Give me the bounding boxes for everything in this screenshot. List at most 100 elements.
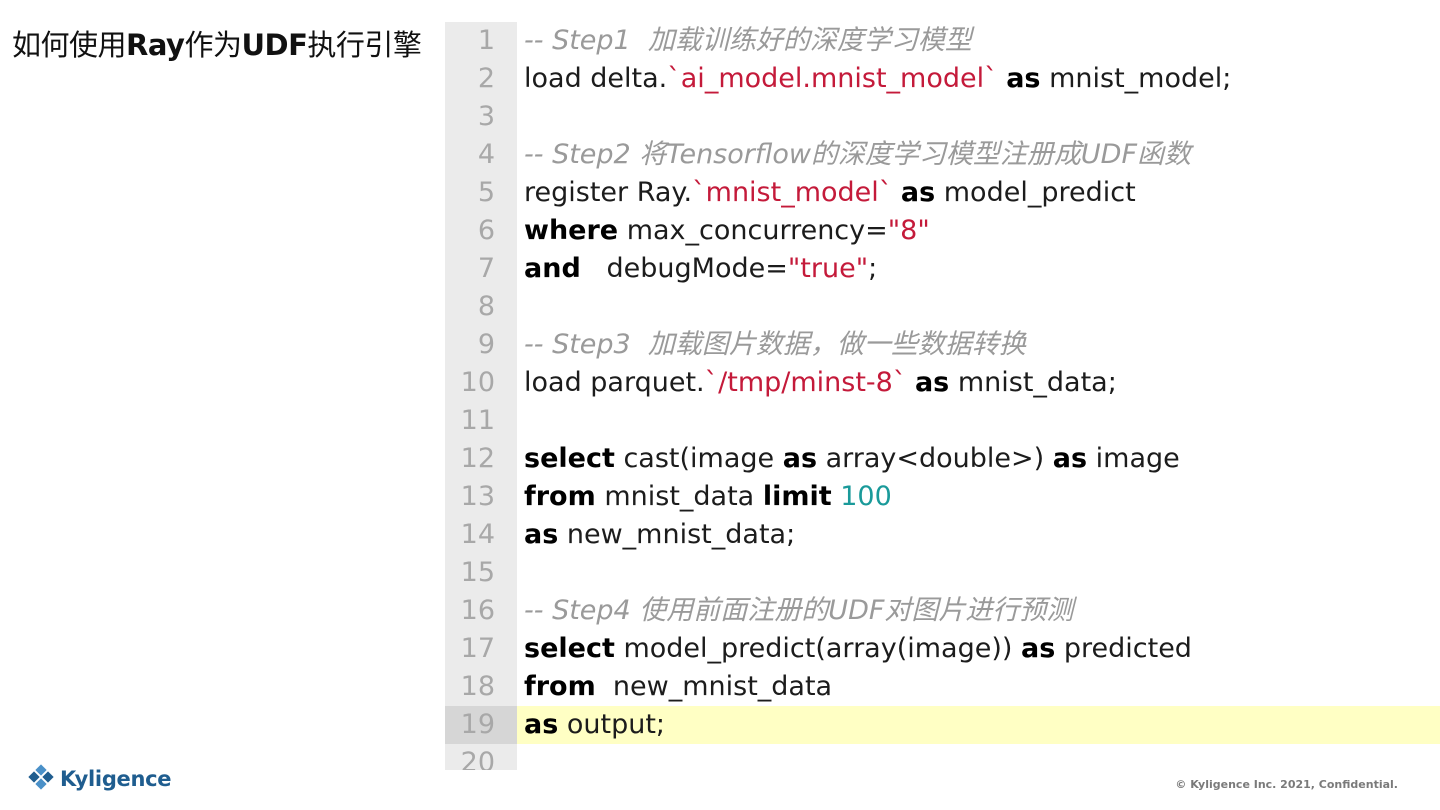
code-line[interactable]: 17 select model_predict(array(image)) as … (445, 630, 1440, 668)
code-line[interactable]: 3 (445, 98, 1440, 136)
code-text[interactable] (517, 554, 1440, 592)
code-lines: 1 -- Step1 加载训练好的深度学习模型 2 load delta.`ai_mo… (445, 22, 1440, 770)
code-line[interactable]: 8 (445, 288, 1440, 326)
code-token: select (524, 443, 615, 474)
code-token: as (1006, 63, 1041, 94)
code-token: model_predict (935, 177, 1136, 208)
code-token: image (1087, 443, 1180, 474)
code-token: cast(image (614, 443, 783, 474)
code-token: max_concurrency= (618, 215, 888, 246)
code-token: "8" (887, 215, 930, 246)
code-token: array<double>) (817, 443, 1053, 474)
code-line[interactable]: 15 (445, 554, 1440, 592)
code-token: debugMode= (580, 253, 788, 284)
line-number: 5 (477, 177, 495, 208)
code-token: from (524, 671, 596, 702)
code-token: select (524, 633, 615, 664)
code-editor[interactable]: 1 -- Step1 加载训练好的深度学习模型 2 load delta.`ai_mo… (445, 22, 1440, 770)
code-text[interactable]: select cast(image as array<double>) as i… (517, 440, 1440, 478)
code-token: as (782, 443, 818, 474)
code-line[interactable]: 10 load parquet.`/tmp/minst-8` as mnist_d… (445, 364, 1440, 402)
code-text[interactable]: as output; (517, 706, 1440, 744)
code-text[interactable] (517, 402, 1440, 440)
code-text[interactable] (517, 744, 1440, 770)
line-number: 3 (477, 101, 495, 132)
line-number: 15 (460, 557, 495, 588)
code-token: mnist_data; (949, 367, 1117, 398)
code-token: ; (868, 253, 878, 284)
code-line[interactable]: 4 -- Step2 将Tensorflow的深度学习模型注册成UDF函数 (445, 136, 1440, 174)
code-token: "true" (787, 253, 869, 284)
line-number: 2 (477, 63, 495, 94)
line-number: 7 (477, 253, 495, 284)
code-token: -- Step3 加载图片数据，做一些数据转换 (524, 329, 1026, 360)
code-token: register Ray. (524, 177, 693, 208)
code-line[interactable]: 13 from mnist_data limit 100 (445, 478, 1440, 516)
title-part-bold: Ray (126, 28, 185, 62)
code-line[interactable]: 14 as new_mnist_data; (445, 516, 1440, 554)
line-number: 1 (477, 25, 495, 56)
code-text[interactable]: and debugMode="true"; (517, 250, 1440, 288)
code-line[interactable]: 12 select cast(image as array<double>) as… (445, 440, 1440, 478)
line-number: 11 (460, 405, 495, 436)
code-line[interactable]: 1 -- Step1 加载训练好的深度学习模型 (445, 22, 1440, 60)
code-line[interactable]: 20 (445, 744, 1440, 770)
code-text[interactable]: register Ray.`mnist_model` as model_pred… (517, 174, 1440, 212)
code-token: as (524, 709, 559, 740)
code-text[interactable]: -- Step4 使用前面注册的UDF对图片进行预测 (517, 592, 1440, 630)
title-part: 执行引擎 (307, 28, 422, 62)
code-text[interactable] (517, 288, 1440, 326)
code-text[interactable] (517, 98, 1440, 136)
code-token: as (900, 177, 936, 208)
code-token: as (1052, 443, 1088, 474)
logo-wordmark: Kyligence (60, 767, 172, 791)
line-number: 8 (477, 291, 495, 322)
code-line[interactable]: 2 load delta.`ai_model.mnist_model` as mn… (445, 60, 1440, 98)
code-line[interactable]: 18 from new_mnist_data (445, 668, 1440, 706)
title-part: 如何使用 (12, 28, 127, 62)
code-line[interactable]: 5 register Ray.`mnist_model` as model_pre… (445, 174, 1440, 212)
code-text[interactable]: where max_concurrency="8" (517, 212, 1440, 250)
code-text[interactable]: -- Step3 加载图片数据，做一些数据转换 (517, 326, 1440, 364)
kyligence-logo: Kyligence (26, 764, 172, 794)
line-number: 16 (460, 595, 495, 626)
code-token: load delta. (524, 63, 668, 94)
code-token: model_predict(array(image)) (614, 633, 1021, 664)
footer-copyright: © Kyligence Inc. 2021, Confidential. (1175, 778, 1398, 791)
code-text[interactable]: from new_mnist_data (517, 668, 1440, 706)
code-token: new_mnist_data (595, 671, 833, 702)
code-token: load parquet. (524, 367, 705, 398)
code-text[interactable]: load parquet.`/tmp/minst-8` as mnist_dat… (517, 364, 1440, 402)
line-number: 20 (460, 747, 495, 770)
code-line[interactable]: 6 where max_concurrency="8" (445, 212, 1440, 250)
code-token: -- Step2 将Tensorflow的深度学习模型注册成UDF函数 (524, 139, 1191, 170)
line-number: 12 (460, 443, 495, 474)
code-text[interactable]: -- Step1 加载训练好的深度学习模型 (517, 22, 1440, 60)
code-line[interactable]: 19 as output; (445, 706, 1440, 744)
code-text[interactable]: select model_predict(array(image)) as pr… (517, 630, 1440, 668)
code-line[interactable]: 11 (445, 402, 1440, 440)
code-token: new_mnist_data; (558, 519, 796, 550)
code-line[interactable]: 16 -- Step4 使用前面注册的UDF对图片进行预测 (445, 592, 1440, 630)
code-token: mnist_model; (1040, 63, 1232, 94)
code-text[interactable]: -- Step2 将Tensorflow的深度学习模型注册成UDF函数 (517, 136, 1440, 174)
code-token: -- Step4 使用前面注册的UDF对图片进行预测 (524, 595, 1074, 626)
code-text[interactable]: load delta.`ai_model.mnist_model` as mni… (517, 60, 1440, 98)
code-token: limit (762, 481, 832, 512)
code-line[interactable]: 9 -- Step3 加载图片数据，做一些数据转换 (445, 326, 1440, 364)
code-text[interactable]: from mnist_data limit 100 (517, 478, 1440, 516)
line-number: 13 (460, 481, 495, 512)
title-part: 作为 (184, 28, 242, 62)
line-number: 10 (460, 367, 495, 398)
code-token: -- Step1 加载训练好的深度学习模型 (524, 25, 972, 56)
code-text[interactable]: as new_mnist_data; (517, 516, 1440, 554)
line-number: 6 (477, 215, 495, 246)
code-line[interactable]: 7 and debugMode="true"; (445, 250, 1440, 288)
code-token: as (1020, 633, 1056, 664)
kyligence-diamond-icon (28, 764, 54, 790)
code-token: and (524, 253, 581, 284)
code-token: where (524, 215, 619, 246)
line-number: 17 (460, 633, 495, 664)
